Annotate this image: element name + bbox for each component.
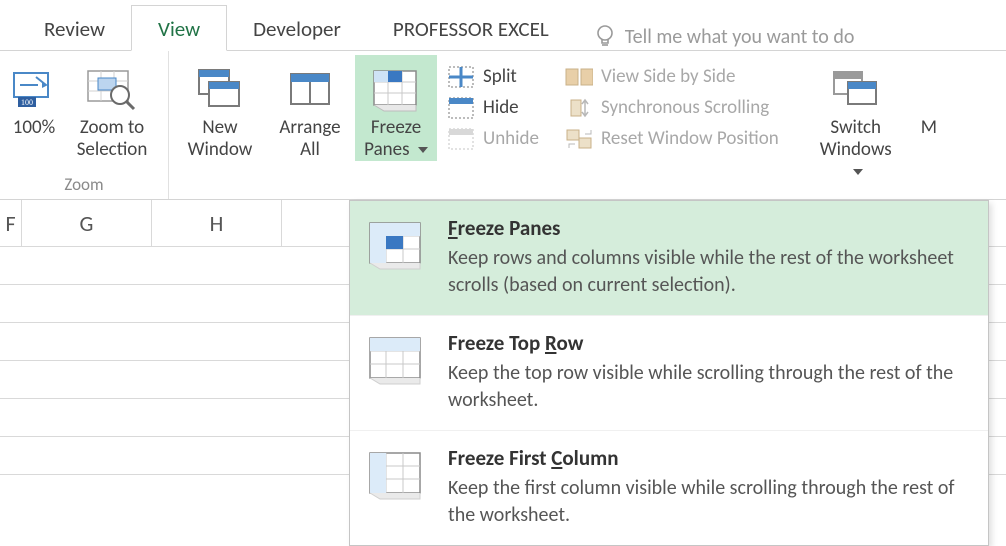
freeze-top-row-icon xyxy=(364,330,430,414)
ribbon: 100 100% xyxy=(0,51,1006,199)
new-window-icon xyxy=(195,61,245,117)
tab-developer[interactable]: Developer xyxy=(227,6,367,50)
freeze-panes-button[interactable]: Freeze Panes xyxy=(355,55,437,161)
menu-item-freeze-first-column-desc: Keep the first column visible while scro… xyxy=(448,475,970,529)
new-window-label-1: New xyxy=(202,117,237,139)
tab-view[interactable]: View xyxy=(131,5,227,51)
tell-me-search[interactable]: Tell me what you want to do xyxy=(595,14,855,50)
hide-label: Hide xyxy=(483,96,519,119)
switch-windows-label-2: Windows xyxy=(812,139,900,183)
synchronous-scrolling-label: Synchronous Scrolling xyxy=(601,96,769,119)
freeze-first-column-icon xyxy=(364,445,430,529)
column-header-h[interactable]: H xyxy=(152,200,282,246)
zoom-to-selection-label-2: Selection xyxy=(77,139,148,161)
chevron-down-icon xyxy=(853,169,863,175)
menu-item-freeze-top-row[interactable]: Freeze Top Row Keep the top row visible … xyxy=(350,316,988,431)
menu-item-freeze-first-column[interactable]: Freeze First Column Keep the first colum… xyxy=(350,431,988,545)
freeze-panes-option-icon xyxy=(364,215,430,299)
split-button[interactable]: Split xyxy=(441,61,545,92)
menu-item-freeze-panes-title: Freeze Panes xyxy=(448,215,970,241)
switch-windows-button[interactable]: Switch Windows xyxy=(806,55,906,183)
column-header-g[interactable]: G xyxy=(22,200,152,246)
hide-button[interactable]: Hide xyxy=(441,92,545,123)
menu-item-freeze-panes-desc: Keep rows and columns visible while the … xyxy=(448,245,970,299)
freeze-panes-label-2: Panes xyxy=(364,139,428,161)
switch-windows-label-1: Switch xyxy=(830,117,881,139)
new-window-label-2: Window xyxy=(188,139,253,161)
new-window-button[interactable]: New Window xyxy=(175,55,265,161)
column-header-f[interactable]: F xyxy=(0,200,22,246)
view-side-by-side-label: View Side by Side xyxy=(601,65,736,88)
unhide-label: Unhide xyxy=(483,127,539,150)
unhide-button: Unhide xyxy=(441,123,545,154)
arrange-all-label-1: Arrange xyxy=(279,117,340,139)
freeze-panes-label-1: Freeze xyxy=(371,117,421,139)
synchronous-scrolling-icon xyxy=(565,97,593,119)
arrange-all-label-2: All xyxy=(300,139,320,161)
chevron-down-icon xyxy=(418,147,428,153)
truncated-button[interactable]: M xyxy=(919,55,935,139)
zoom-100-button[interactable]: 100 100% xyxy=(6,55,62,139)
tab-review[interactable]: Review xyxy=(18,6,131,50)
reset-window-position-label: Reset Window Position xyxy=(601,127,779,150)
reset-window-position-button: Reset Window Position xyxy=(559,123,785,154)
tell-me-placeholder: Tell me what you want to do xyxy=(625,25,855,49)
menu-item-freeze-top-row-desc: Keep the top row visible while scrolling… xyxy=(448,360,970,414)
arrange-all-icon xyxy=(285,61,335,117)
freeze-panes-icon xyxy=(368,61,424,117)
freeze-panes-menu: Freeze Panes Keep rows and columns visib… xyxy=(349,200,989,546)
zoom-to-selection-button[interactable]: Zoom to Selection xyxy=(62,55,162,161)
lightbulb-icon xyxy=(595,24,615,50)
zoom-to-selection-icon xyxy=(84,61,140,117)
menu-item-freeze-first-column-title: Freeze First Column xyxy=(448,445,970,471)
view-side-by-side-icon xyxy=(565,66,593,88)
split-label: Split xyxy=(483,65,517,88)
synchronous-scrolling-button: Synchronous Scrolling xyxy=(559,92,785,123)
tab-professor-excel[interactable]: PROFESSOR EXCEL xyxy=(367,6,575,50)
arrange-all-button[interactable]: Arrange All xyxy=(265,55,355,161)
svg-text:100: 100 xyxy=(21,98,33,107)
ribbon-tabs: Review View Developer PROFESSOR EXCEL Te… xyxy=(0,0,1006,50)
zoom-to-selection-label-1: Zoom to xyxy=(80,117,144,139)
unhide-icon xyxy=(447,128,475,150)
zoom-100-label: 100% xyxy=(13,117,55,139)
zoom-group-label: Zoom xyxy=(6,172,162,199)
zoom-100-icon: 100 xyxy=(12,61,56,117)
split-icon xyxy=(447,66,475,88)
truncated-label: M xyxy=(921,117,937,139)
view-side-by-side-button: View Side by Side xyxy=(559,61,785,92)
worksheet-area[interactable]: F G H xyxy=(0,199,1006,512)
hide-icon xyxy=(447,97,475,119)
switch-windows-icon xyxy=(828,61,884,117)
reset-window-position-icon xyxy=(565,128,593,150)
menu-item-freeze-top-row-title: Freeze Top Row xyxy=(448,330,970,356)
menu-item-freeze-panes[interactable]: Freeze Panes Keep rows and columns visib… xyxy=(350,201,988,316)
